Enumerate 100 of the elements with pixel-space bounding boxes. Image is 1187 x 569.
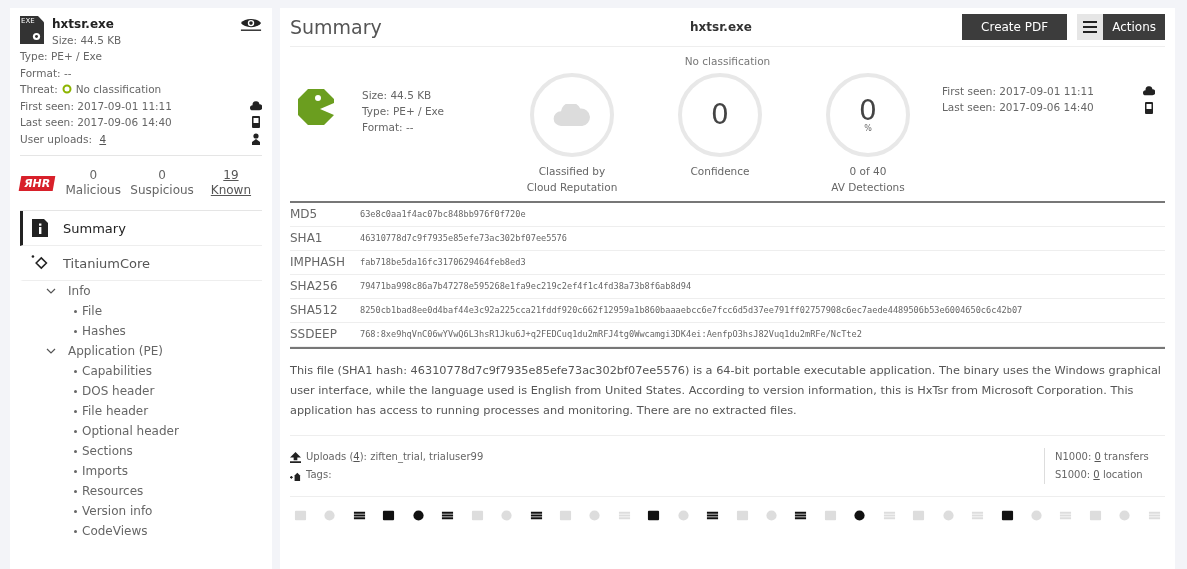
stat-value: 0 xyxy=(158,168,166,183)
user-uploads-link[interactable]: 4 xyxy=(99,130,107,147)
chevron-icon xyxy=(46,346,56,356)
hash-value: 768:8xe9hqVnC06wYVwQ6L3hsR1Jku6J+q2FEDCuq1du2mRFJ4tg0Wwcamgi3DK4ei:AenfpO3hsJ82Vuq1du2mRFe/NcTte2 xyxy=(360,328,863,339)
bullet-icon xyxy=(74,429,77,433)
gauge-label: Classified by xyxy=(538,164,606,179)
user-icon xyxy=(250,132,262,145)
tree-leaf[interactable]: Sections xyxy=(82,444,133,458)
capability-icon[interactable] xyxy=(647,509,661,522)
tree-leaf[interactable]: Resources xyxy=(82,484,144,498)
capability-icon[interactable] xyxy=(441,509,455,522)
hash-name: SHA512 xyxy=(290,303,339,317)
tree-node[interactable]: Info xyxy=(46,281,262,301)
capability-icon[interactable] xyxy=(382,509,396,522)
classification-label: No classification xyxy=(684,55,771,67)
user-uploads-label: User uploads: xyxy=(20,131,94,147)
tree-leaf[interactable]: DOS header xyxy=(82,384,155,398)
device-icon xyxy=(250,116,262,129)
file-format: Format: -- xyxy=(20,65,72,81)
nav-item[interactable]: TitaniumCore xyxy=(20,246,262,281)
logo-badge: ЯHR xyxy=(18,175,56,191)
threat-value: No classification xyxy=(75,82,162,97)
tree-leaf[interactable]: File header xyxy=(82,404,149,418)
diamond-icon xyxy=(31,254,49,272)
upload-arrow-icon xyxy=(290,451,301,463)
last-seen: Last seen: 2017-09-06 14:40 xyxy=(20,115,172,130)
tree-leaf[interactable]: File xyxy=(82,304,103,318)
tree-node[interactable]: Application (PE) xyxy=(46,341,262,361)
nav-item[interactable]: Summary xyxy=(20,211,262,246)
capability-icon[interactable] xyxy=(352,509,366,522)
date-text: Last seen: 2017-09-06 14:40 xyxy=(942,100,1094,115)
hash-value: 79471ba998c86a7b47278e595268e1fa9ec219c2ef4f1c4fd38a73b8f6ab8d94 xyxy=(360,280,693,291)
uploads-count-link[interactable]: 4 xyxy=(353,451,360,462)
bullet-icon xyxy=(74,329,77,333)
tags-label: Tags: xyxy=(306,468,332,482)
stat-label[interactable]: Known xyxy=(210,183,252,198)
hash-value: 8250cb1bad8ee0d4baf44e3c92a225cca21fddf920c662f12959a1b860baaaebcc6e7fcc6d5d37ee791ff02757908c6ec7aede4489506b53e6004650c6c42b07 xyxy=(360,304,1024,315)
stat-value[interactable]: 19 xyxy=(223,168,239,183)
gauge-label: Cloud Reputation xyxy=(526,180,618,195)
gauge-label: 0 of 40 xyxy=(849,164,887,179)
stat-value: 0 xyxy=(89,168,98,183)
cloud-icon xyxy=(250,99,262,112)
actions-button[interactable]: Actions xyxy=(1103,14,1165,40)
tree-leaf[interactable]: Hashes xyxy=(82,324,126,338)
capability-icon[interactable] xyxy=(529,509,543,522)
tree-leaf[interactable]: Version info xyxy=(82,504,153,518)
file-name: hxtsr.exe xyxy=(690,20,753,34)
page-title: Summary xyxy=(290,16,383,38)
tree-leaf[interactable]: Capabilities xyxy=(82,364,152,378)
menu-icon[interactable] xyxy=(1083,21,1098,33)
tree-leaf[interactable]: Optional header xyxy=(82,424,179,438)
cloud-icon xyxy=(1143,85,1155,97)
hash-name: SHA1 xyxy=(290,231,324,245)
counter-link[interactable]: 0 xyxy=(1093,469,1100,480)
file-detail: Size: 44.5 KB xyxy=(362,88,433,103)
gear-icon xyxy=(32,32,41,41)
file-detail: Format: -- xyxy=(362,120,415,135)
bullet-icon xyxy=(74,409,77,413)
file-type: Type: PE+ / Exe xyxy=(20,49,102,64)
gauge-label: AV Detections xyxy=(831,180,905,195)
create-pdf-button[interactable]: Create PDF xyxy=(962,14,1068,40)
uploads-text: Uploads (4): ziften_trial, trialuser99 xyxy=(306,450,484,465)
description-text: This file (SHA1 hash: 46310778d7c9f7935e85efe73ac302bf07ee5576) is a 64-bit portable executable application. The binary uses the Windows graphical user interface, while the language used is English from United States. According to version information, this is HxTsr from Microsoft Corporation. This application has access to running processes and monitoring. There are no extracted files. xyxy=(290,347,1165,436)
capability-icon[interactable] xyxy=(853,509,867,522)
info-icon xyxy=(31,219,49,237)
gauge-value: 0 xyxy=(711,101,729,129)
capability-icon[interactable] xyxy=(411,509,425,522)
device-icon xyxy=(1143,102,1155,114)
counter-text: S1000: 0 location xyxy=(1055,468,1144,482)
hash-value: fab718be5da16fc3170629464feb8ed3 xyxy=(360,256,527,267)
bullet-icon xyxy=(74,309,77,313)
cloud-icon xyxy=(553,104,591,126)
capability-icon[interactable] xyxy=(706,509,720,522)
file-detail: Type: PE+ / Exe xyxy=(362,104,445,119)
bullet-icon xyxy=(74,529,77,533)
bullet-icon xyxy=(74,369,77,373)
hash-name: MD5 xyxy=(290,207,319,221)
tree-leaf[interactable]: Imports xyxy=(82,464,129,478)
bullet-icon xyxy=(74,509,77,513)
eye-icon[interactable] xyxy=(240,16,262,32)
tree-leaf[interactable]: CodeViews xyxy=(82,524,148,538)
status-ring-icon xyxy=(61,84,72,95)
bullet-icon xyxy=(74,449,77,453)
counter-link[interactable]: 0 xyxy=(1094,451,1101,462)
gauge-label: Confidence xyxy=(690,164,750,179)
hash-name: SHA256 xyxy=(290,279,339,293)
status-shape-icon xyxy=(296,87,336,127)
bullet-icon xyxy=(74,469,77,473)
first-seen: First seen: 2017-09-01 11:11 xyxy=(20,98,172,114)
date-text: First seen: 2017-09-01 11:11 xyxy=(942,84,1094,99)
threat-label: Threat: xyxy=(20,82,58,97)
file-name: hxtsr.exe xyxy=(52,16,115,32)
gauge-value: 0 xyxy=(859,97,877,125)
capability-icon[interactable] xyxy=(794,509,808,522)
hash-value: 46310778d7c9f7935e85efe73ac302bf07ee5576 xyxy=(360,232,568,243)
capability-icon[interactable] xyxy=(1000,509,1014,522)
hash-value: 63e8c0aa1f4ac07bc848bb976f0f720e xyxy=(360,208,527,219)
hash-name: SSDEEP xyxy=(290,327,338,341)
bullet-icon xyxy=(74,489,77,493)
hash-name: IMPHASH xyxy=(290,255,346,269)
